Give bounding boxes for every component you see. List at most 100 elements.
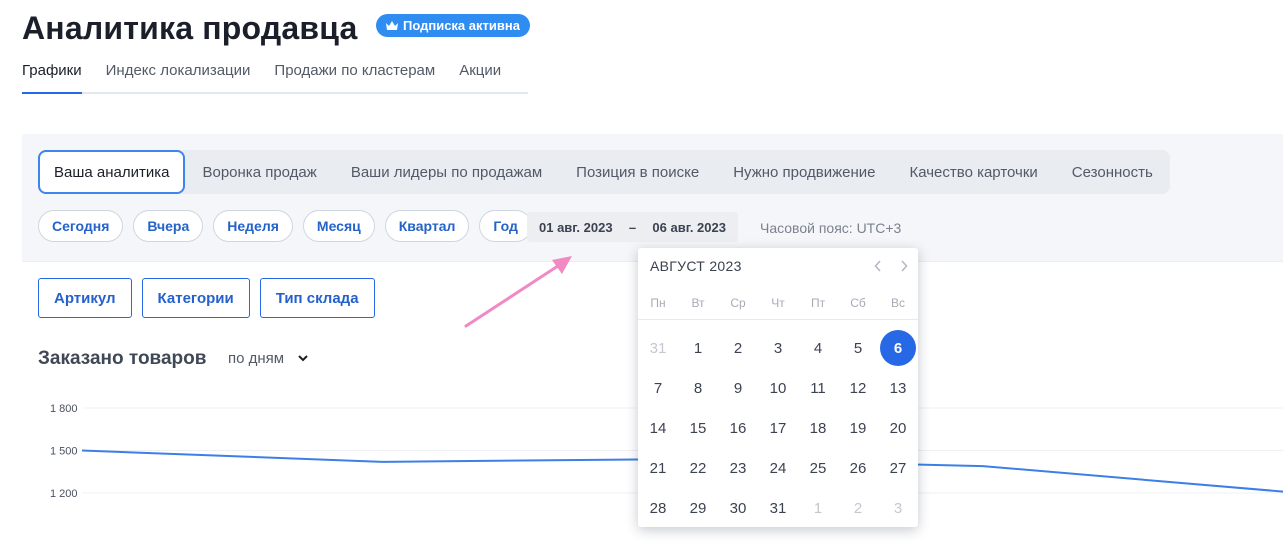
tab-cluster-sales[interactable]: Продажи по кластерам [274, 62, 435, 92]
date-range-picker[interactable]: 01 авг. 2023 – 06 авг. 2023 [527, 212, 738, 242]
calendar-day[interactable]: 2 [718, 328, 758, 368]
calendar-day[interactable]: 23 [718, 448, 758, 488]
calendar-day[interactable]: 14 [638, 408, 678, 448]
section-your-analytics[interactable]: Ваша аналитика [38, 150, 186, 194]
calendar-day[interactable]: 22 [678, 448, 718, 488]
calendar-day[interactable]: 10 [758, 368, 798, 408]
crown-icon [385, 21, 398, 30]
period-quarter-button[interactable]: Квартал [384, 210, 470, 242]
annotation-arrow [464, 256, 572, 328]
calendar-day-number: 2 [853, 499, 863, 517]
calendar-day[interactable]: 31 [638, 328, 678, 368]
calendar-day[interactable]: 8 [678, 368, 718, 408]
weekday-label: Пт [810, 296, 826, 310]
chart-granularity-select[interactable]: по дням [228, 350, 308, 367]
calendar-day[interactable]: 13 [878, 368, 918, 408]
calendar-day-number: 5 [853, 339, 863, 357]
calendar-day[interactable]: 30 [718, 488, 758, 528]
calendar-day-number: 25 [809, 459, 827, 477]
calendar-day-number: 28 [649, 499, 667, 517]
subscription-badge-label: Подписка активна [402, 18, 520, 33]
calendar-day[interactable]: 31 [758, 488, 798, 528]
calendar-day-number: 18 [809, 419, 827, 437]
tab-localization-index[interactable]: Индекс локализации [106, 62, 251, 92]
calendar-day-number: 21 [649, 459, 667, 477]
chevron-down-icon [298, 355, 308, 362]
calendar-day[interactable]: 4 [798, 328, 838, 368]
calendar-day[interactable]: 16 [718, 408, 758, 448]
filter-categories-button[interactable]: Категории [141, 278, 250, 318]
calendar-day[interactable]: 7 [638, 368, 678, 408]
calendar-day-number: 31 [769, 499, 787, 517]
section-needs-promotion[interactable]: Нужно продвижение [716, 150, 892, 194]
calendar-day[interactable]: 3 [758, 328, 798, 368]
calendar-divider [638, 319, 918, 320]
calendar-day[interactable]: 15 [678, 408, 718, 448]
section-card-quality[interactable]: Качество карточки [892, 150, 1054, 194]
calendar-day[interactable]: 12 [838, 368, 878, 408]
section-search-position[interactable]: Позиция в поиске [559, 150, 716, 194]
calendar-day-number: 23 [729, 459, 747, 477]
calendar-day-number: 29 [689, 499, 707, 517]
calendar-next-button[interactable] [897, 257, 911, 275]
calendar-day-number: 19 [849, 419, 867, 437]
calendar-day[interactable]: 19 [838, 408, 878, 448]
calendar-day[interactable]: 18 [798, 408, 838, 448]
date-to: 06 авг. 2023 [652, 219, 726, 235]
y-tick-label: 1 800 [50, 403, 78, 415]
subscription-badge[interactable]: Подписка активна [375, 14, 530, 37]
calendar-day[interactable]: 27 [878, 448, 918, 488]
calendar-day-number: 26 [849, 459, 867, 477]
chart-title: Заказано товаров [38, 348, 207, 369]
calendar-day[interactable]: 25 [798, 448, 838, 488]
date-from: 01 авг. 2023 [539, 219, 613, 235]
calendar-day[interactable]: 11 [798, 368, 838, 408]
calendar-day[interactable]: 28 [638, 488, 678, 528]
calendar-day[interactable]: 3 [878, 488, 918, 528]
calendar-days: 31 1 2 3 4 5 6 7 8 9 10 11 12 13 14 15 16 17 18 19 20 21 22 23 2… [638, 328, 918, 528]
section-seasonality[interactable]: Сезонность [1055, 150, 1170, 194]
filter-warehouse-type-button[interactable]: Тип склада [259, 278, 375, 318]
calendar-day-number: 22 [689, 459, 707, 477]
period-today-button[interactable]: Сегодня [38, 210, 124, 242]
calendar-day-number: 3 [773, 339, 783, 357]
calendar-day-number: 11 [810, 379, 826, 397]
filter-buttons: Артикул Категории Тип склада [38, 278, 375, 318]
calendar-day-number: 15 [689, 419, 707, 437]
calendar-day[interactable]: 1 [678, 328, 718, 368]
calendar-day[interactable]: 9 [718, 368, 758, 408]
period-week-button[interactable]: Неделя [213, 210, 293, 242]
section-sales-leaders[interactable]: Ваши лидеры по продажам [334, 150, 559, 194]
top-tabs: Графики Индекс локализации Продажи по кл… [22, 62, 528, 94]
calendar-day[interactable]: 26 [838, 448, 878, 488]
date-picker-calendar: АВГУСТ 2023 Пн Вт Ср Чт Пт Сб Вс 31 1 2 3 4 5 6 7 8 9 10… [638, 248, 918, 527]
calendar-day-number: 3 [893, 499, 903, 517]
period-year-button[interactable]: Год [479, 210, 532, 242]
calendar-day-selected[interactable]: 6 [878, 328, 918, 368]
calendar-day[interactable]: 1 [798, 488, 838, 528]
calendar-day[interactable]: 2 [838, 488, 878, 528]
section-sales-funnel[interactable]: Воронка продаж [185, 150, 333, 194]
filter-sku-button[interactable]: Артикул [38, 278, 132, 318]
weekday-label: Пн [650, 296, 666, 310]
calendar-day[interactable]: 5 [838, 328, 878, 368]
calendar-weekdays: Пн Вт Ср Чт Пт Сб Вс [638, 296, 918, 310]
calendar-day[interactable]: 20 [878, 408, 918, 448]
calendar-day[interactable]: 17 [758, 408, 798, 448]
calendar-day-number: 16 [729, 419, 747, 437]
calendar-day-number: 9 [733, 379, 743, 397]
y-tick-label: 1 500 [50, 446, 78, 458]
weekday-label: Чт [771, 296, 785, 310]
date-separator: – [628, 219, 637, 235]
period-yesterday-button[interactable]: Вчера [133, 210, 204, 242]
calendar-day[interactable]: 29 [678, 488, 718, 528]
calendar-day-number: 4 [813, 339, 823, 357]
tab-charts[interactable]: Графики [22, 62, 82, 94]
calendar-prev-button[interactable] [871, 257, 885, 275]
weekday-label: Сб [850, 296, 866, 310]
calendar-day[interactable]: 21 [638, 448, 678, 488]
calendar-day[interactable]: 24 [758, 448, 798, 488]
tab-promotions[interactable]: Акции [459, 62, 501, 92]
chart-granularity-value: по дням [228, 350, 285, 367]
period-month-button[interactable]: Месяц [302, 210, 375, 242]
